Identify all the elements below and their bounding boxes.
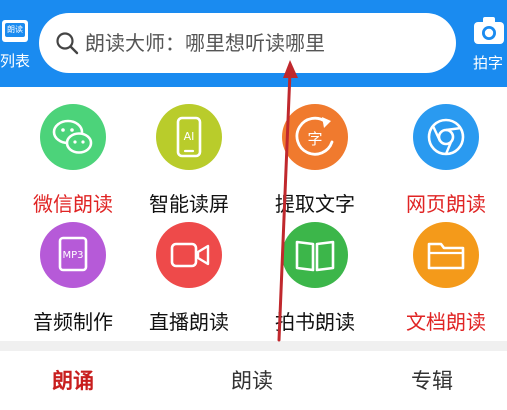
wechat-read-label: 微信朗读	[33, 192, 113, 216]
document-read-tile[interactable]: 文档朗读	[385, 222, 505, 352]
list-button[interactable]: 朗读 列表	[0, 14, 34, 74]
smart-screen-read-label: 智能读屏	[149, 192, 229, 216]
wechat-icon	[40, 104, 106, 170]
extract-text-label: 提取文字	[275, 192, 355, 216]
document-read-label: 文档朗读	[406, 310, 486, 334]
browser-icon	[413, 104, 479, 170]
video-camera-icon	[156, 222, 222, 288]
live-read-label: 直播朗读	[149, 310, 229, 334]
book-badge: 朗读	[5, 23, 25, 37]
book-photo-read-label: 拍书朗读	[275, 310, 355, 334]
wechat-read-tile[interactable]: 微信朗读	[12, 104, 132, 234]
tab-reading[interactable]: 朗读	[231, 365, 273, 395]
live-read-tile[interactable]: 直播朗读	[128, 222, 248, 352]
tab-recitation[interactable]: 朗诵	[52, 365, 94, 395]
extract-text-tile[interactable]: 字 提取文字	[254, 104, 374, 234]
book-photo-read-tile[interactable]: 拍书朗读	[254, 222, 374, 352]
audio-make-tile[interactable]: MP3 音频制作	[12, 222, 132, 352]
list-label: 列表	[0, 52, 31, 70]
search-icon	[56, 32, 79, 55]
search-placeholder: 朗读大师：哪里想听读哪里	[85, 31, 325, 55]
audio-make-label: 音频制作	[33, 310, 113, 334]
ai-phone-icon: AI	[156, 104, 222, 170]
photo-text-button[interactable]: 拍字	[469, 14, 507, 74]
top-header: 朗读 列表 朗读大师：哪里想听读哪里 拍字	[0, 0, 507, 87]
ai-text: AI	[184, 130, 195, 143]
webpage-read-tile[interactable]: 网页朗读	[385, 104, 505, 234]
extract-char: 字	[307, 130, 322, 148]
smart-screen-read-tile[interactable]: AI 智能读屏	[128, 104, 248, 234]
folder-icon	[413, 222, 479, 288]
bottom-tabs: 朗诵 朗读 专辑	[0, 351, 507, 410]
book-icon: 朗读	[2, 20, 28, 42]
extract-text-icon: 字	[282, 104, 348, 170]
tab-album[interactable]: 专辑	[411, 365, 453, 395]
section-divider	[0, 341, 507, 351]
mp3-icon: MP3	[40, 222, 106, 288]
search-bar[interactable]: 朗读大师：哪里想听读哪里	[39, 13, 456, 73]
mp3-text: MP3	[62, 250, 83, 261]
photo-text-label: 拍字	[473, 54, 504, 72]
open-book-icon	[282, 222, 348, 288]
webpage-read-label: 网页朗读	[406, 192, 486, 216]
camera-icon	[474, 17, 504, 44]
